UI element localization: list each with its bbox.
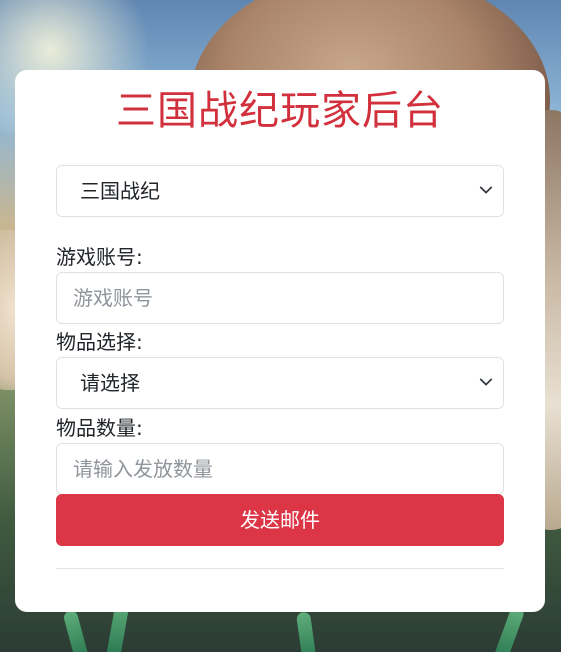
item-label: 物品选择: bbox=[56, 330, 143, 354]
leaf-decoration bbox=[295, 611, 319, 652]
quantity-label: 物品数量: bbox=[56, 416, 143, 440]
chevron-down-icon bbox=[479, 378, 493, 386]
game-select-value: 三国战纪 bbox=[80, 179, 160, 203]
admin-form-card: 三国战纪玩家后台 三国战纪 游戏账号: 游戏账号 物品选择: 请选择 物品数量:… bbox=[15, 70, 545, 612]
account-input[interactable]: 游戏账号 bbox=[56, 272, 504, 324]
item-select[interactable]: 请选择 bbox=[56, 357, 504, 409]
quantity-input-placeholder: 请输入发放数量 bbox=[73, 457, 213, 481]
send-mail-button[interactable]: 发送邮件 bbox=[56, 494, 504, 546]
quantity-input[interactable]: 请输入发放数量 bbox=[56, 443, 504, 495]
game-select[interactable]: 三国战纪 bbox=[56, 165, 504, 217]
chevron-down-icon bbox=[479, 186, 493, 194]
item-select-value: 请选择 bbox=[80, 371, 140, 395]
page-title: 三国战纪玩家后台 bbox=[116, 88, 444, 134]
account-label: 游戏账号: bbox=[56, 245, 143, 269]
leaf-decoration bbox=[62, 609, 92, 652]
divider bbox=[56, 568, 504, 569]
account-input-placeholder: 游戏账号 bbox=[73, 286, 153, 310]
